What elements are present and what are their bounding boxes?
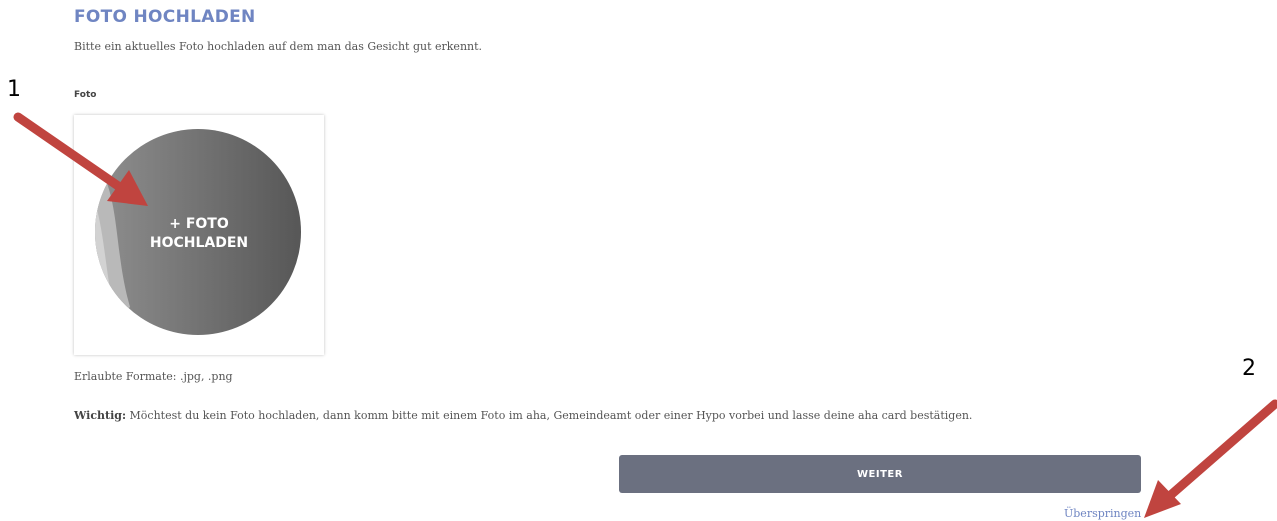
photo-upload-dropzone[interactable]: + FOTO HOCHLADEN xyxy=(74,115,324,355)
intro-text: Bitte ein aktuelles Foto hochladen auf d… xyxy=(74,40,483,53)
allowed-formats-text: Erlaubte Formate: .jpg, .png xyxy=(74,370,233,383)
important-notice-prefix: Wichtig: xyxy=(74,409,127,422)
page-title: FOTO HOCHLADEN xyxy=(74,7,256,27)
photo-field-label: Foto xyxy=(74,90,97,100)
skip-link[interactable]: Überspringen xyxy=(1064,507,1141,520)
important-notice: Wichtig: Möchtest du kein Foto hochladen… xyxy=(74,409,972,422)
photo-placeholder-circle xyxy=(95,129,301,335)
important-notice-text: Möchtest du kein Foto hochladen, dann ko… xyxy=(126,409,973,422)
annotation-marker-1: 1 xyxy=(7,77,21,102)
annotation-marker-2: 2 xyxy=(1242,356,1256,381)
annotation-arrow-2 xyxy=(1144,399,1277,518)
next-button[interactable]: WEITER xyxy=(619,455,1141,493)
